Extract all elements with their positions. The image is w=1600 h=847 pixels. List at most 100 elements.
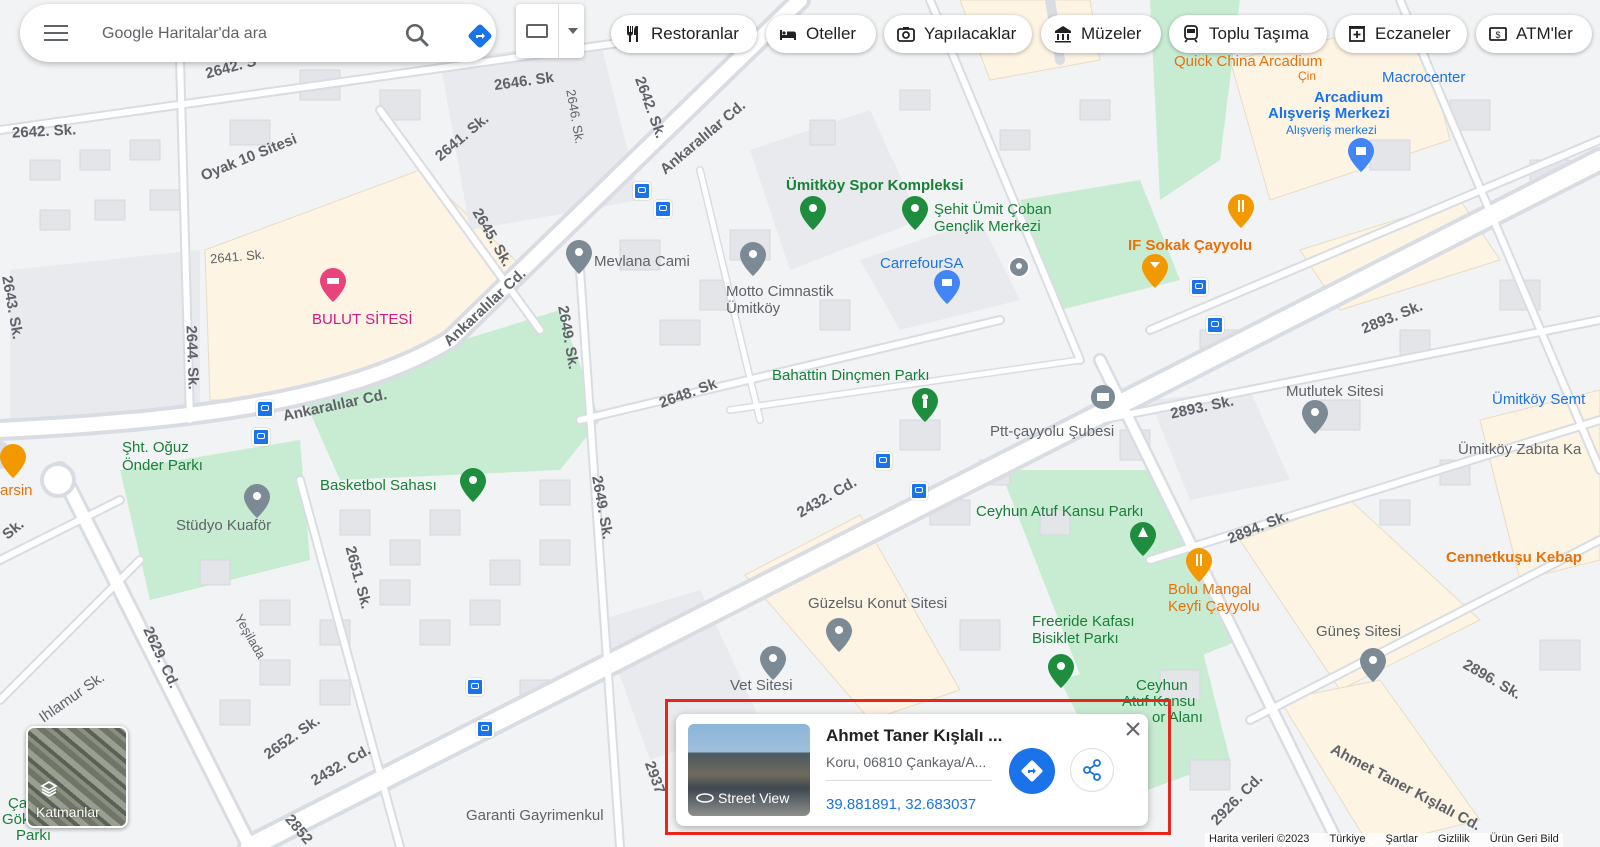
shopping-bag-pin-icon[interactable]	[1348, 138, 1374, 172]
chip-label: Restoranlar	[651, 24, 739, 43]
place-label: Keyfi Çayyolu	[1168, 598, 1260, 615]
chip-label: Eczaneler	[1375, 24, 1451, 43]
park-pin-icon[interactable]	[800, 196, 826, 230]
place-label: Vet Sitesi	[730, 677, 793, 694]
bus-stop-icon[interactable]	[256, 400, 274, 418]
rotate-360-icon	[696, 793, 714, 803]
bus-stop-icon[interactable]	[466, 678, 484, 696]
place-label: Parkı	[16, 827, 52, 844]
place-label: IF Sokak Çayyolu	[1128, 237, 1253, 254]
bus-stop-icon[interactable]	[874, 452, 892, 470]
salon-pin-icon[interactable]	[244, 484, 270, 518]
street-view-thumbnail[interactable]: Street View	[688, 724, 810, 816]
place-label: Motto Cimnastik	[726, 283, 834, 300]
close-icon[interactable]	[1124, 720, 1142, 738]
park-pin-icon[interactable]	[902, 196, 928, 230]
chip-pharmacies[interactable]: Eczaneler	[1335, 15, 1467, 53]
restaurant-pin-icon[interactable]	[1186, 548, 1212, 582]
place-pin-icon[interactable]	[1302, 400, 1328, 434]
park-pin-icon[interactable]	[1130, 522, 1156, 556]
place-label: Bolu Mangal	[1168, 581, 1252, 598]
terms-link[interactable]: Şartlar	[1386, 833, 1418, 847]
place-pin-icon[interactable]	[826, 618, 852, 652]
coordinates-link[interactable]: 39.881891, 32.683037	[826, 796, 976, 813]
map-footer: Harita verileri ©2023 Türkiye Şartlar Gi…	[1205, 833, 1563, 847]
directions-icon	[1021, 760, 1043, 782]
restaurant-pin-icon[interactable]	[1228, 194, 1254, 228]
place-label: arsin	[0, 482, 33, 499]
place-label: Macrocenter	[1382, 69, 1466, 86]
sports-pin-icon[interactable]	[460, 468, 486, 502]
place-label: Ça	[8, 795, 28, 812]
bus-stop-icon[interactable]	[633, 182, 651, 200]
hotel-pin-icon[interactable]	[320, 268, 346, 302]
bus-stop-icon[interactable]	[910, 482, 928, 500]
layers-label: Katmanlar	[36, 804, 100, 820]
bus-stop-icon[interactable]	[1190, 278, 1208, 296]
place-label: Ümitköy Semt	[1492, 391, 1586, 408]
place-label: CarrefourSA	[880, 255, 964, 272]
bus-stop-icon[interactable]	[252, 428, 270, 446]
camera-icon	[897, 27, 915, 42]
place-label: Basketbol Sahası	[320, 477, 437, 494]
place-label: Şht. Oğuz	[122, 439, 189, 456]
search-box	[20, 4, 496, 62]
search-icon[interactable]	[404, 22, 430, 48]
pharmacy-icon	[1349, 26, 1365, 42]
post-office-pin-icon[interactable]	[1090, 384, 1116, 418]
chip-transit[interactable]: Toplu Taşıma	[1169, 15, 1327, 53]
place-category: Çin	[1298, 69, 1317, 83]
layers-button[interactable]: Katmanlar	[26, 726, 128, 828]
layers-icon	[40, 781, 58, 797]
gym-pin-icon[interactable]	[740, 242, 766, 276]
place-label: Ümitköy Zabıta Ka	[1458, 441, 1582, 458]
place-label: Mutlutek Sitesi	[1286, 383, 1384, 400]
directions-icon[interactable]	[468, 24, 492, 48]
location-dot-icon[interactable]	[1008, 256, 1030, 278]
input-tools-button[interactable]	[516, 4, 584, 58]
mosque-pin-icon[interactable]	[566, 240, 592, 274]
chip-things-to-do[interactable]: Yapılacaklar	[884, 15, 1032, 53]
chip-atms[interactable]: $ ATM'ler	[1476, 15, 1592, 53]
train-icon	[1184, 25, 1198, 43]
location-info-card: Street View Ahmet Taner Kışlalı ... Koru…	[676, 714, 1148, 826]
park-pin-icon[interactable]	[1048, 654, 1074, 688]
chip-museums[interactable]: Müzeler	[1041, 15, 1161, 53]
place-label: Atuf Kansu	[1122, 693, 1196, 710]
place-label: Ceyhun Atuf Kansu Parkı	[976, 503, 1144, 520]
place-label: Bahattin Dinçmen Parkı	[772, 367, 930, 384]
place-label: Stüdyo Kuaför	[176, 517, 272, 534]
place-label: Alışveriş Merkezi	[1268, 105, 1390, 122]
place-label: Şehit Ümit Çoban	[934, 201, 1052, 218]
place-pin-icon[interactable]	[1360, 648, 1386, 682]
fork-knife-icon	[627, 26, 638, 42]
place-label: Mevlana Cami	[594, 253, 690, 270]
chip-label: Oteller	[806, 24, 857, 43]
region-link[interactable]: Türkiye	[1329, 833, 1365, 847]
place-title: Ahmet Taner Kışlalı ...	[826, 726, 1003, 745]
directions-button[interactable]	[1009, 748, 1055, 794]
place-label: Ceyhun	[1136, 677, 1188, 694]
shopping-pin-icon[interactable]	[934, 270, 960, 304]
bus-stop-icon[interactable]	[476, 720, 494, 738]
place-label: Ümitköy Spor Kompleksi	[786, 177, 964, 194]
place-label: Freeride Kafası	[1032, 613, 1135, 630]
place-pin-icon[interactable]	[760, 646, 786, 680]
chip-label: ATM'ler	[1516, 24, 1573, 43]
menu-icon[interactable]	[44, 25, 68, 43]
street-view-link[interactable]: Street View	[696, 790, 789, 806]
cafe-pin-icon[interactable]	[1142, 254, 1168, 288]
bus-stop-icon[interactable]	[1206, 316, 1224, 334]
hiking-pin-icon[interactable]	[912, 388, 938, 422]
bus-stop-icon[interactable]	[654, 200, 672, 218]
feedback-link[interactable]: Ürün Geri Bild	[1490, 833, 1559, 847]
chevron-down-icon[interactable]	[568, 28, 578, 34]
place-label: Ptt-çayyolu Şubesi	[990, 423, 1115, 440]
search-input[interactable]	[100, 18, 374, 50]
privacy-link[interactable]: Gizlilik	[1438, 833, 1470, 847]
chip-hotels[interactable]: Oteller	[766, 15, 876, 53]
chip-restaurants[interactable]: Restoranlar	[611, 15, 757, 53]
restaurant-pin-icon[interactable]	[0, 444, 26, 478]
share-button[interactable]	[1070, 748, 1114, 792]
place-label: Garanti Gayrimenkul	[466, 807, 604, 824]
